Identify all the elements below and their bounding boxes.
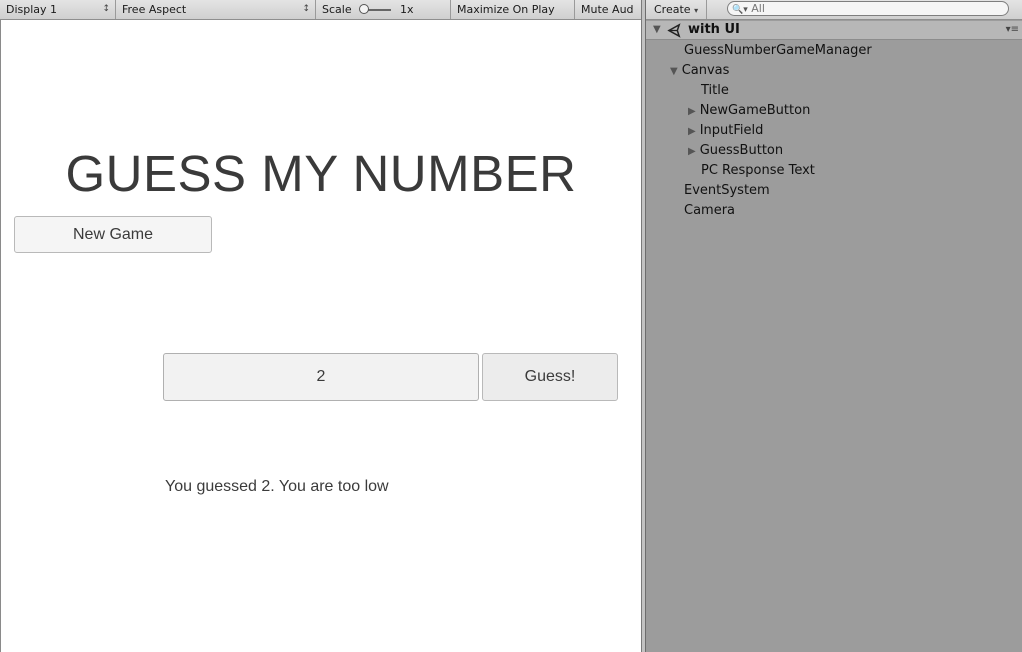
search-icon: 🔍▾ — [732, 5, 748, 15]
hierarchy-item-camera[interactable]: Camera — [684, 203, 735, 218]
hierarchy-item-label: PC Response Text — [701, 163, 815, 178]
unity-logo-icon — [667, 23, 681, 38]
fold-closed-icon[interactable]: ▶ — [688, 106, 696, 117]
scale-control: Scale 1x — [316, 0, 451, 19]
fold-closed-icon[interactable]: ▶ — [688, 146, 696, 157]
hierarchy-item-inputfield[interactable]: ▶ InputField — [688, 123, 763, 138]
fold-open-icon[interactable]: ▼ — [670, 66, 678, 77]
create-label: Create — [654, 3, 691, 16]
hierarchy-item-label: NewGameButton — [699, 103, 811, 118]
aspect-dropdown[interactable]: Free Aspect ↕ — [116, 0, 316, 19]
guess-button[interactable]: Guess! — [482, 353, 618, 401]
create-dropdown[interactable]: Create ▾ — [654, 0, 708, 19]
fold-open-icon[interactable]: ▼ — [653, 24, 661, 35]
updown-arrow-icon: ↕ — [302, 4, 310, 14]
maximize-on-play-toggle[interactable]: Maximize On Play — [451, 0, 575, 19]
hierarchy-item-canvas[interactable]: ▼ Canvas — [670, 63, 729, 78]
mute-label: Mute Aud — [581, 3, 634, 16]
hierarchy-item-label: GuessNumberGameManager — [684, 43, 872, 58]
display-label: Display 1 — [6, 3, 58, 16]
scale-label: Scale — [322, 3, 352, 16]
scene-header[interactable]: ▼ with UI ▾≡ — [646, 21, 1022, 40]
hierarchy-item-label: Canvas — [681, 63, 730, 78]
hierarchy-item-title[interactable]: Title — [701, 83, 729, 98]
aspect-label: Free Aspect — [122, 3, 187, 16]
hierarchy-item-label: Camera — [684, 203, 736, 218]
updown-arrow-icon: ↕ — [102, 4, 110, 14]
hierarchy-panel: Create ▾ 🔍▾ All ▼ with UI ▾≡ GuessNumber… — [645, 0, 1022, 652]
hierarchy-item-label: GuessButton — [699, 143, 784, 158]
hierarchy-item-newgamebutton[interactable]: ▶ NewGameButton — [688, 103, 810, 118]
scene-menu-icon[interactable]: ▾≡ — [1006, 24, 1019, 35]
hierarchy-search-input[interactable]: 🔍▾ All — [727, 1, 1009, 16]
dropdown-arrow-icon: ▾ — [694, 6, 699, 15]
hierarchy-item-guessbutton[interactable]: ▶ GuessButton — [688, 143, 783, 158]
guess-input-field[interactable]: 2 — [163, 353, 479, 401]
hierarchy-item-label: Title — [701, 83, 729, 98]
mute-audio-toggle[interactable]: Mute Aud — [575, 0, 641, 19]
hierarchy-item-pc-response-text[interactable]: PC Response Text — [701, 163, 815, 178]
hierarchy-item-eventsystem[interactable]: EventSystem — [684, 183, 770, 198]
search-placeholder: All — [751, 2, 765, 15]
game-toolbar: Display 1 ↕ Free Aspect ↕ Scale 1x Maxim… — [0, 0, 641, 20]
scale-value: 1x — [400, 3, 414, 16]
hierarchy-item-guessnumbergamemanager[interactable]: GuessNumberGameManager — [684, 43, 872, 58]
display-dropdown[interactable]: Display 1 ↕ — [0, 0, 116, 19]
game-title: GUESS MY NUMBER — [65, 145, 577, 202]
scene-name: with UI — [688, 22, 740, 37]
pc-response-text: You guessed 2. You are too low — [165, 478, 389, 495]
fold-closed-icon[interactable]: ▶ — [688, 126, 696, 137]
hierarchy-item-label: EventSystem — [684, 183, 770, 198]
hierarchy-item-label: InputField — [699, 123, 764, 138]
hierarchy-toolbar: Create ▾ 🔍▾ All — [646, 0, 1022, 20]
game-view-panel: Display 1 ↕ Free Aspect ↕ Scale 1x Maxim… — [0, 0, 642, 652]
maximize-label: Maximize On Play — [457, 3, 555, 16]
game-canvas: GUESS MY NUMBER New Game 2 Guess! You gu… — [0, 20, 640, 652]
new-game-button[interactable]: New Game — [14, 216, 212, 253]
scale-slider-handle[interactable] — [359, 4, 369, 14]
